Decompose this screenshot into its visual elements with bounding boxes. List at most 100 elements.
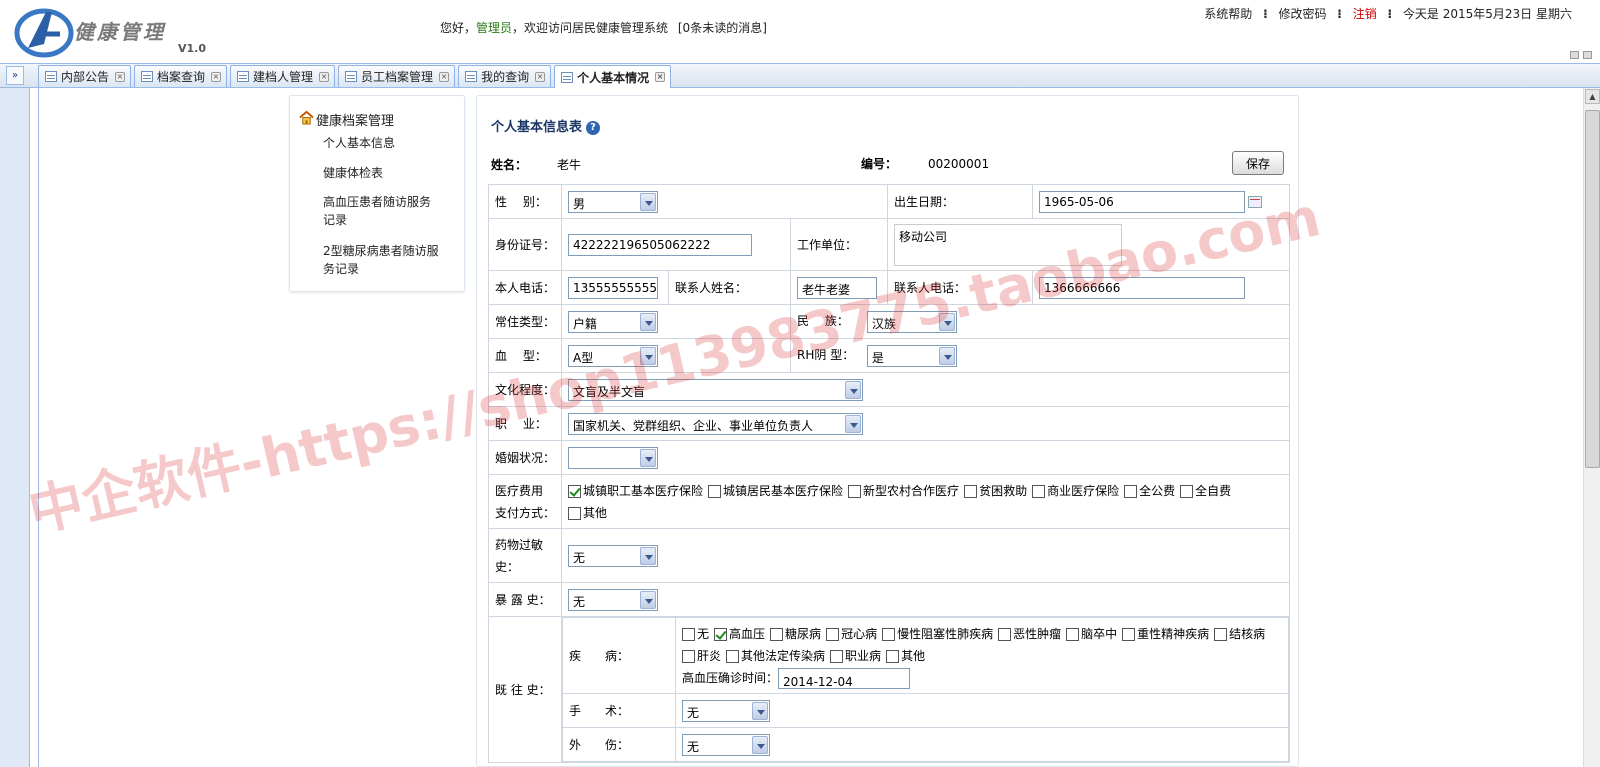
contact-name-input[interactable]: 老牛老婆 (797, 276, 878, 299)
close-icon[interactable]: × (319, 71, 330, 82)
rh-select[interactable]: 是 (866, 344, 957, 367)
phone-input[interactable]: 13555555555 (568, 276, 659, 299)
menu-item-health-exam[interactable]: 健康体检表 (323, 164, 448, 182)
trauma-select[interactable]: 无 (682, 733, 771, 756)
chevron-down-icon (752, 701, 769, 720)
disease-option[interactable]: 结核病 (1214, 623, 1265, 645)
checkbox[interactable] (1124, 484, 1138, 498)
exposure-select[interactable]: 无 (568, 588, 659, 611)
calendar-icon[interactable] (1248, 195, 1263, 208)
checkbox[interactable] (998, 627, 1012, 641)
payment-option[interactable]: 贫困救助 (964, 480, 1027, 502)
minimize-icon[interactable] (1570, 51, 1579, 59)
checkbox[interactable] (1066, 627, 1080, 641)
checkbox[interactable] (1180, 484, 1194, 498)
checkbox[interactable] (1214, 627, 1228, 641)
menu-item-diabetes-followup[interactable]: 2型糖尿病患者随访服务记录 (323, 242, 441, 278)
user-name[interactable]: 管理员 (476, 21, 512, 35)
close-icon[interactable]: × (439, 71, 450, 82)
tab-builder-management[interactable]: 建档人管理 × (230, 65, 336, 87)
surgery-select[interactable]: 无 (682, 699, 771, 722)
checkbox[interactable] (568, 484, 582, 498)
checkbox[interactable] (830, 649, 844, 663)
help-icon[interactable]: ? (586, 120, 601, 135)
disease-option[interactable]: 脑卒中 (1066, 623, 1117, 645)
disease-option[interactable]: 肝炎 (682, 645, 721, 667)
idcard-input[interactable]: 422222196505062222 (568, 233, 753, 256)
disease-option[interactable]: 重性精神疾病 (1122, 623, 1209, 645)
education-select[interactable]: 文盲及半文盲 (568, 378, 864, 401)
residence-select[interactable]: 户籍 (568, 310, 659, 333)
payment-option[interactable]: 全自费 (1180, 480, 1231, 502)
info-table: 性 别： 男 出生日期： 1965-05-06 身份证号： 4222221965… (487, 184, 1290, 763)
marriage-label: 婚姻状况： (487, 440, 563, 475)
disease-option[interactable]: 糖尿病 (770, 623, 821, 645)
disease-option[interactable]: 其他法定传染病 (726, 645, 825, 667)
exposure-label: 暴 露 史： (487, 582, 563, 617)
disease-option[interactable]: 冠心病 (826, 623, 877, 645)
checkbox[interactable] (882, 627, 896, 641)
blood-type-select[interactable]: A型 (568, 344, 659, 367)
checkbox[interactable] (1032, 484, 1046, 498)
checkbox[interactable] (964, 484, 978, 498)
checkbox[interactable] (682, 649, 696, 663)
checkbox[interactable] (848, 484, 862, 498)
payment-option[interactable]: 城镇居民基本医疗保险 (708, 480, 843, 502)
payment-option[interactable]: 商业医疗保险 (1032, 480, 1119, 502)
checkbox[interactable] (770, 627, 784, 641)
disease-option[interactable]: 其他 (886, 645, 925, 667)
tab-my-query[interactable]: 我的查询 × (458, 65, 552, 87)
work-unit-input[interactable]: 移动公司 (894, 223, 1123, 266)
welcome-message: 您好，管理员，欢迎访问居民健康管理系统 [0条未读的消息] (440, 19, 767, 36)
disease-option[interactable]: 慢性阻塞性肺疾病 (882, 623, 993, 645)
hypertension-date-input[interactable]: 2014-12-04 (778, 667, 911, 689)
ethnic-select[interactable]: 汉族 (866, 310, 957, 333)
checkbox[interactable] (708, 484, 722, 498)
tab-notice[interactable]: 内部公告 × (38, 65, 132, 87)
close-icon[interactable]: × (211, 71, 222, 82)
menu-item-personal-info[interactable]: 个人基本信息 (323, 134, 448, 152)
scroll-up-icon[interactable]: ▲ (1585, 89, 1600, 104)
expand-sidebar-button[interactable]: » (6, 66, 24, 85)
checkbox[interactable] (726, 649, 740, 663)
gender-select[interactable]: 男 (568, 190, 659, 213)
tab-archive-query[interactable]: 档案查询 × (134, 65, 228, 87)
side-menu: 健康档案管理 个人基本信息 健康体检表 高血压患者随访服务记录 2型糖尿病患者随… (289, 95, 465, 292)
birth-date-input[interactable]: 1965-05-06 (1039, 190, 1246, 213)
payment-option[interactable]: 新型农村合作医疗 (848, 480, 959, 502)
payment-option[interactable]: 城镇职工基本医疗保险 (568, 480, 703, 502)
maximize-icon[interactable] (1583, 51, 1592, 59)
checkbox[interactable] (886, 649, 900, 663)
scroll-thumb[interactable] (1585, 110, 1600, 468)
logout-link[interactable]: 注销 (1353, 7, 1377, 21)
menu-item-hypertension-followup[interactable]: 高血压患者随访服务记录 (323, 193, 441, 229)
disease-option[interactable]: 职业病 (830, 645, 881, 667)
vertical-scrollbar[interactable]: ▲ (1583, 88, 1600, 767)
marriage-select[interactable] (568, 446, 659, 469)
close-icon[interactable]: × (115, 71, 126, 82)
close-icon[interactable]: × (655, 72, 666, 82)
disease-option[interactable]: 恶性肿瘤 (998, 623, 1061, 645)
tab-staff-archive[interactable]: 员工档案管理 × (338, 65, 456, 87)
contact-phone-input[interactable]: 1366666666 (1039, 276, 1246, 299)
checkbox[interactable] (682, 627, 696, 641)
tab-bar: » 内部公告 × 档案查询 × 建档人管理 × 员工档案管理 × 我的查询 × 个人基本情… (0, 63, 1600, 88)
change-password-link[interactable]: 修改密码 (1278, 7, 1326, 21)
help-link[interactable]: 系统帮助 (1204, 7, 1252, 21)
payment-option[interactable]: 全公费 (1124, 480, 1175, 502)
occupation-select[interactable]: 国家机关、党群组织、企业、事业单位负责人 (568, 412, 864, 435)
payment-label-line: 支付方式： (495, 505, 556, 520)
save-button[interactable]: 保存 (1232, 151, 1284, 175)
disease-option[interactable]: 无 (682, 623, 709, 645)
unread-messages-link[interactable]: [0条未读的消息] (678, 21, 767, 35)
close-icon[interactable]: × (535, 71, 546, 82)
checkbox[interactable] (568, 506, 582, 520)
tab-personal-info[interactable]: 个人基本情况 × (554, 65, 672, 88)
checkbox[interactable] (826, 627, 840, 641)
disease-option[interactable]: 高血压 (714, 623, 765, 645)
checkbox[interactable] (714, 627, 728, 641)
payment-option[interactable]: 其他 (568, 502, 607, 524)
allergy-select[interactable]: 无 (568, 544, 659, 567)
checkbox[interactable] (1122, 627, 1136, 641)
table-row: 文化程度： 文盲及半文盲 (487, 372, 1290, 407)
